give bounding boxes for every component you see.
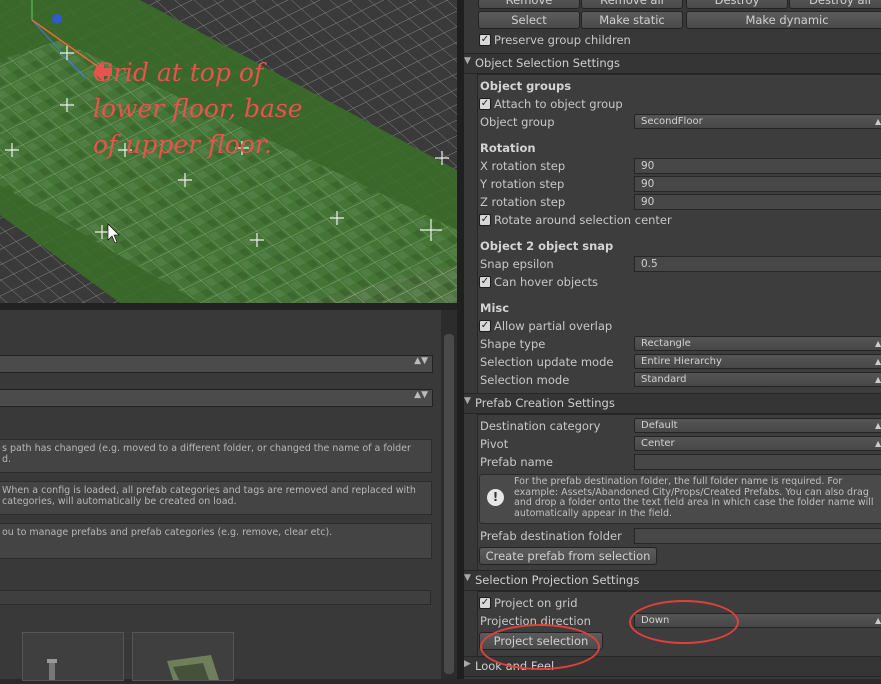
remove-button[interactable]: Remove xyxy=(478,0,580,9)
expand-triangle-icon: ▼ xyxy=(464,573,471,583)
y-rotation-label: Y rotation step xyxy=(480,177,565,191)
allow-overlap-checkbox[interactable]: ✓ xyxy=(479,320,491,332)
scrollbar-thumb[interactable] xyxy=(444,334,454,674)
preserve-children-checkbox[interactable]: ✓ xyxy=(479,34,491,46)
create-prefab-button[interactable]: Create prefab from selection xyxy=(479,547,657,565)
snap-epsilon-field[interactable]: 0.5 xyxy=(634,256,881,272)
attach-group-checkbox[interactable]: ✓ xyxy=(479,98,491,110)
pivot-label: Pivot xyxy=(480,437,509,451)
x-rotation-field[interactable]: 90 xyxy=(634,158,881,174)
selection-mode-label: Selection mode xyxy=(480,373,570,387)
z-rotation-label: Z rotation step xyxy=(480,195,566,209)
chevron-updown-icon: ▲▼ xyxy=(875,339,881,348)
update-mode-value: Entire Hierarchy xyxy=(641,356,722,367)
rotate-center-label: Rotate around selection center xyxy=(494,213,672,227)
object-selection-title: Object Selection Settings xyxy=(475,56,620,70)
prefab-thumbnail-icon xyxy=(47,659,57,680)
pivot-dropdown[interactable]: Center ▲▼ xyxy=(634,436,881,451)
projection-section-header[interactable]: ▼ Selection Projection Settings xyxy=(464,570,881,591)
prefab-preview[interactable] xyxy=(132,632,234,681)
prefab-manager-panel: ▲▼ ▲▼ s path has changed (e.g. moved to … xyxy=(0,310,441,679)
object-group-dropdown[interactable]: SecondFloor ▲▼ xyxy=(634,114,881,129)
prefab-thumbnail-icon xyxy=(167,655,219,680)
prefab-name-label: Prefab name xyxy=(480,455,553,469)
search-field[interactable] xyxy=(0,590,431,605)
make-dynamic-button[interactable]: Make dynamic xyxy=(686,11,881,29)
chevron-updown-icon: ▲▼ xyxy=(875,616,881,625)
chevron-updown-icon: ▲▼ xyxy=(414,356,428,366)
rotation-heading: Rotation xyxy=(480,141,536,155)
selection-mode-value: Standard xyxy=(641,374,687,385)
select-button[interactable]: Select xyxy=(478,11,580,29)
rotate-center-checkbox[interactable]: ✓ xyxy=(479,214,491,226)
snap-heading: Object 2 object snap xyxy=(480,239,614,253)
shape-type-label: Shape type xyxy=(480,337,546,351)
prefab-folder-help-text: For the prefab destination folder, the f… xyxy=(514,476,874,519)
project-on-grid-label: Project on grid xyxy=(494,596,578,610)
destroy-button[interactable]: Destroy xyxy=(686,0,788,9)
panel-divider xyxy=(0,303,457,310)
prefab-preview[interactable] xyxy=(22,632,124,681)
expand-triangle-icon: ▼ xyxy=(464,396,471,406)
misc-heading: Misc xyxy=(480,301,510,315)
dest-folder-label: Prefab destination folder xyxy=(480,529,622,543)
config-dropdown[interactable]: ▲▼ xyxy=(0,389,433,407)
attach-group-label: Attach to object group xyxy=(494,97,623,111)
object-selection-section-header[interactable]: ▼ Object Selection Settings xyxy=(464,53,881,74)
viewport-annotation: Grid at top of lower floor, base of uppe… xyxy=(93,55,303,163)
shape-type-dropdown[interactable]: Rectangle ▲▼ xyxy=(634,336,881,351)
prefab-folder-help-box: ! For the prefab destination folder, the… xyxy=(479,474,881,524)
chevron-updown-icon: ▲▼ xyxy=(875,117,881,126)
x-rotation-label: X rotation step xyxy=(480,159,566,173)
annotation-line-2: lower floor, base xyxy=(93,94,303,123)
expand-triangle-icon: ▼ xyxy=(464,56,471,66)
projection-title: Selection Projection Settings xyxy=(475,573,640,587)
window-splitter[interactable] xyxy=(457,0,464,679)
snap-epsilon-label: Snap epsilon xyxy=(480,257,554,271)
annotation-line-3: of upper floor. xyxy=(93,130,272,159)
config-help-box: When a config is loaded, all prefab cate… xyxy=(0,481,432,515)
object-groups-heading: Object groups xyxy=(480,79,572,93)
chevron-updown-icon: ▲▼ xyxy=(414,390,428,400)
dest-category-label: Destination category xyxy=(480,419,601,433)
update-mode-dropdown[interactable]: Entire Hierarchy ▲▼ xyxy=(634,354,881,369)
collapsed-triangle-icon: ▶ xyxy=(464,659,471,669)
dest-category-dropdown[interactable]: Default ▲▼ xyxy=(634,418,881,433)
manage-help-box: ou to manage prefabs and prefab categori… xyxy=(0,523,432,559)
remove-all-button[interactable]: Remove all xyxy=(581,0,683,9)
highlight-circle-project-button xyxy=(480,624,600,670)
dest-folder-field[interactable] xyxy=(634,528,881,544)
chevron-updown-icon: ▲▼ xyxy=(875,421,881,430)
annotation-line-1: Grid at top of xyxy=(93,58,264,87)
chevron-updown-icon: ▲▼ xyxy=(875,439,881,448)
selection-mode-dropdown[interactable]: Standard ▲▼ xyxy=(634,372,881,387)
prefab-name-field[interactable] xyxy=(634,454,881,470)
preserve-children-label: Preserve group children xyxy=(494,33,631,47)
chevron-updown-icon: ▲▼ xyxy=(875,375,881,384)
info-icon: ! xyxy=(487,489,504,506)
y-rotation-field[interactable]: 90 xyxy=(634,176,881,192)
prefab-creation-title: Prefab Creation Settings xyxy=(475,396,615,410)
can-hover-checkbox[interactable]: ✓ xyxy=(479,276,491,288)
path-help-box: s path has changed (e.g. moved to a diff… xyxy=(0,439,432,473)
destroy-all-button[interactable]: Destroy all xyxy=(789,0,881,9)
prefab-creation-section-header[interactable]: ▼ Prefab Creation Settings xyxy=(464,393,881,414)
chevron-updown-icon: ▲▼ xyxy=(875,357,881,366)
update-mode-label: Selection update mode xyxy=(480,355,614,369)
can-hover-label: Can hover objects xyxy=(494,275,599,289)
scene-viewport[interactable]: Grid at top of lower floor, base of uppe… xyxy=(0,0,457,303)
make-static-button[interactable]: Make static xyxy=(581,11,683,29)
highlight-circle-direction xyxy=(629,600,739,644)
category-dropdown[interactable]: ▲▼ xyxy=(0,355,433,373)
dest-category-value: Default xyxy=(641,420,678,431)
pivot-value: Center xyxy=(641,438,675,449)
project-on-grid-checkbox[interactable]: ✓ xyxy=(479,597,491,609)
shape-type-value: Rectangle xyxy=(641,338,691,349)
z-rotation-field[interactable]: 90 xyxy=(634,194,881,210)
allow-overlap-label: Allow partial overlap xyxy=(494,319,613,333)
object-group-label: Object group xyxy=(480,115,555,129)
object-group-value: SecondFloor xyxy=(641,116,703,127)
